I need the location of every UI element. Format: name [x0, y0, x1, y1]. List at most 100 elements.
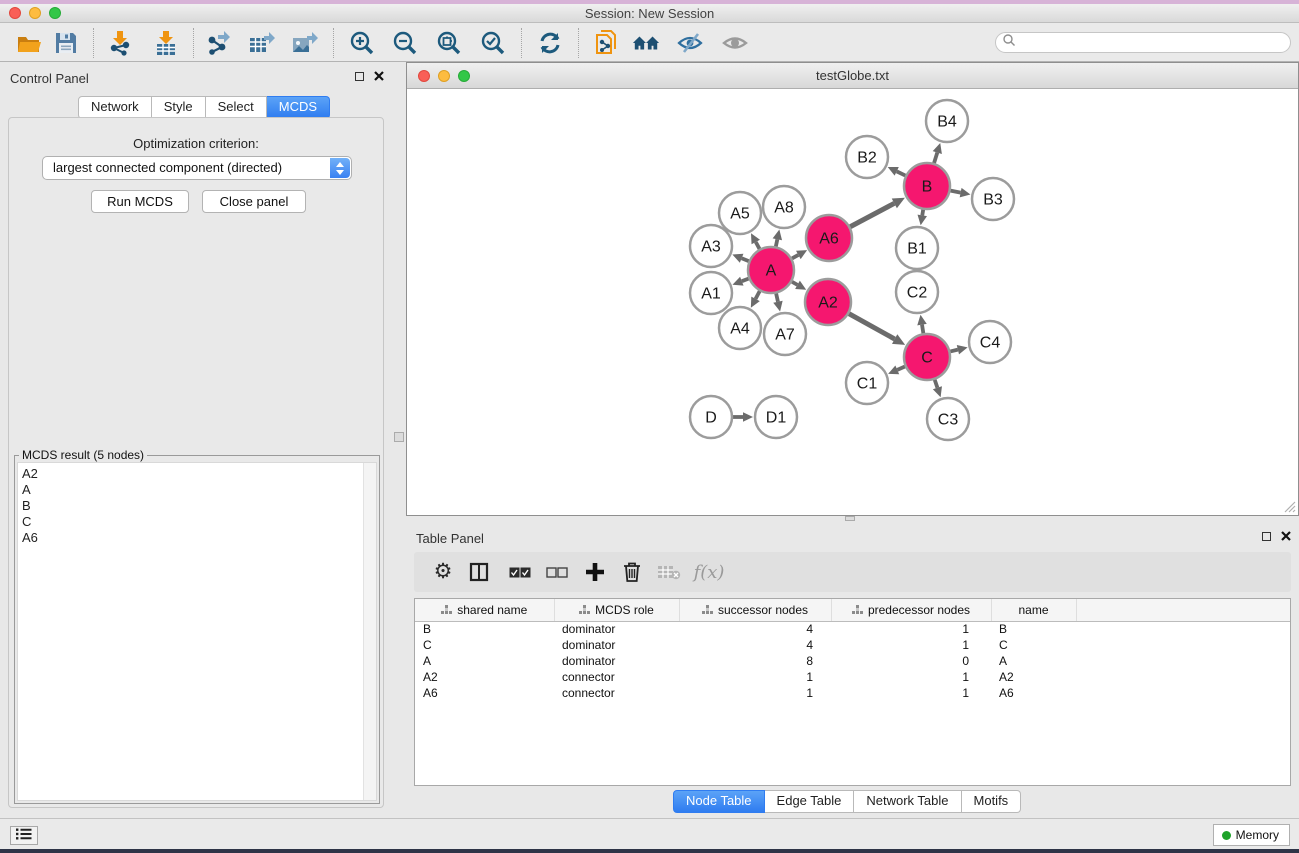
import-network-icon[interactable] — [106, 29, 134, 57]
close-panel-button[interactable]: Close panel — [202, 190, 306, 213]
column-header[interactable]: predecessor nodes — [831, 599, 991, 621]
result-item[interactable]: A — [22, 482, 376, 498]
graph-node-C2[interactable]: C2 — [896, 271, 938, 313]
graph-node-B4[interactable]: B4 — [926, 100, 968, 142]
graph-edge[interactable] — [792, 255, 798, 258]
float-panel-icon[interactable] — [355, 72, 364, 81]
gear-icon[interactable]: ⚙ — [429, 558, 457, 586]
graph-edge[interactable] — [935, 380, 938, 388]
zoom-selected-icon[interactable] — [479, 29, 507, 57]
table-cell[interactable]: 1 — [679, 685, 831, 701]
table-cell[interactable]: A2 — [415, 669, 554, 685]
table-cell[interactable]: connector — [554, 685, 679, 701]
tab-motifs[interactable]: Motifs — [962, 790, 1022, 813]
column-header[interactable]: MCDS role — [554, 599, 679, 621]
graph-node-B[interactable]: B — [904, 163, 950, 209]
tab-mcds[interactable]: MCDS — [267, 96, 330, 119]
graph-node-D[interactable]: D — [690, 396, 732, 438]
column-header[interactable]: successor nodes — [679, 599, 831, 621]
result-item[interactable]: A6 — [22, 530, 376, 546]
table-row[interactable]: A2connector11A2 — [415, 669, 1290, 685]
graph-edge[interactable] — [922, 325, 923, 334]
table-cell[interactable]: C — [415, 637, 554, 653]
graph-edge[interactable] — [756, 242, 760, 249]
save-session-icon[interactable] — [52, 29, 80, 57]
graph-edge[interactable] — [897, 171, 906, 175]
export-table-icon[interactable] — [247, 29, 275, 57]
show-all-icon[interactable] — [721, 29, 749, 57]
graph-edge[interactable] — [776, 239, 777, 246]
column-header[interactable]: name — [991, 599, 1076, 621]
table-cell[interactable]: 4 — [679, 621, 831, 637]
add-icon[interactable] — [581, 558, 609, 586]
tab-network-table[interactable]: Network Table — [854, 790, 961, 813]
function-builder-icon[interactable]: f(x) — [695, 558, 723, 586]
table-cell[interactable]: 1 — [831, 669, 991, 685]
graph-node-D1[interactable]: D1 — [755, 396, 797, 438]
graph-edge[interactable] — [792, 282, 798, 285]
table-cell[interactable]: dominator — [554, 637, 679, 653]
table-cell[interactable]: B — [415, 621, 554, 637]
table-cell[interactable]: 1 — [831, 637, 991, 653]
import-table-icon[interactable] — [152, 29, 180, 57]
table-cell[interactable]: C — [991, 637, 1076, 653]
float-table-panel-icon[interactable] — [1262, 532, 1271, 541]
refresh-icon[interactable] — [536, 29, 564, 57]
graph-edge[interactable] — [934, 153, 937, 164]
table-cell[interactable]: 1 — [831, 621, 991, 637]
horizontal-splitter-handle[interactable] — [845, 516, 855, 521]
table-cell[interactable]: A6 — [415, 685, 554, 701]
network-graph-canvas[interactable]: B4B2BB3A8A5A6A3B1AC2A1A2A4A7C4CC1DD1C3 — [407, 89, 1298, 515]
select-all-icon[interactable] — [506, 558, 534, 586]
graph-edge[interactable] — [756, 291, 760, 299]
hide-selected-icon[interactable] — [676, 29, 704, 57]
graph-edge[interactable] — [776, 293, 778, 301]
graph-edge[interactable] — [849, 314, 895, 339]
table-cell[interactable]: dominator — [554, 653, 679, 669]
task-history-button[interactable] — [10, 826, 38, 845]
table-cell[interactable]: connector — [554, 669, 679, 685]
search-field[interactable] — [995, 32, 1291, 53]
tab-node-table[interactable]: Node Table — [673, 790, 765, 813]
graph-edge[interactable] — [850, 203, 894, 226]
graph-node-A7[interactable]: A7 — [764, 313, 806, 355]
table-row[interactable]: A6connector11A6 — [415, 685, 1290, 701]
zoom-out-icon[interactable] — [391, 29, 419, 57]
result-item[interactable]: A2 — [22, 466, 376, 482]
table-cell[interactable]: A — [991, 653, 1076, 669]
delete-icon[interactable] — [618, 558, 646, 586]
graph-edge[interactable] — [742, 279, 749, 282]
tab-style[interactable]: Style — [152, 96, 206, 119]
zoom-fit-icon[interactable] — [435, 29, 463, 57]
table-row[interactable]: Bdominator41B — [415, 621, 1290, 637]
export-image-icon[interactable] — [290, 29, 318, 57]
mcds-result-list[interactable]: A2ABCA6 — [17, 462, 377, 801]
close-table-panel-icon[interactable] — [1281, 531, 1291, 541]
resize-grip-icon[interactable] — [1283, 500, 1296, 513]
graph-node-C[interactable]: C — [904, 334, 950, 380]
memory-button[interactable]: Memory — [1213, 824, 1290, 846]
graph-edge[interactable] — [950, 350, 958, 352]
graph-edge[interactable] — [742, 258, 749, 261]
tab-select[interactable]: Select — [206, 96, 267, 119]
graph-node-C3[interactable]: C3 — [927, 398, 969, 440]
column-icon[interactable] — [465, 558, 493, 586]
table-cell[interactable]: 4 — [679, 637, 831, 653]
graph-edge[interactable] — [897, 367, 905, 370]
table-cell[interactable]: dominator — [554, 621, 679, 637]
graph-node-C1[interactable]: C1 — [846, 362, 888, 404]
new-network-icon[interactable] — [593, 29, 621, 57]
criterion-dropdown[interactable]: largest connected component (directed) — [42, 156, 352, 180]
graph-node-A8[interactable]: A8 — [763, 186, 805, 228]
table-cell[interactable]: A6 — [991, 685, 1076, 701]
table-cell[interactable]: A2 — [991, 669, 1076, 685]
graph-node-B3[interactable]: B3 — [972, 178, 1014, 220]
graph-edge[interactable] — [922, 210, 923, 216]
graph-node-A1[interactable]: A1 — [690, 272, 732, 314]
graph-edge[interactable] — [951, 191, 961, 193]
table-cell[interactable]: 1 — [679, 669, 831, 685]
tab-network[interactable]: Network — [78, 96, 152, 119]
table-cell[interactable]: 1 — [831, 685, 991, 701]
graph-node-C4[interactable]: C4 — [969, 321, 1011, 363]
result-item[interactable]: B — [22, 498, 376, 514]
